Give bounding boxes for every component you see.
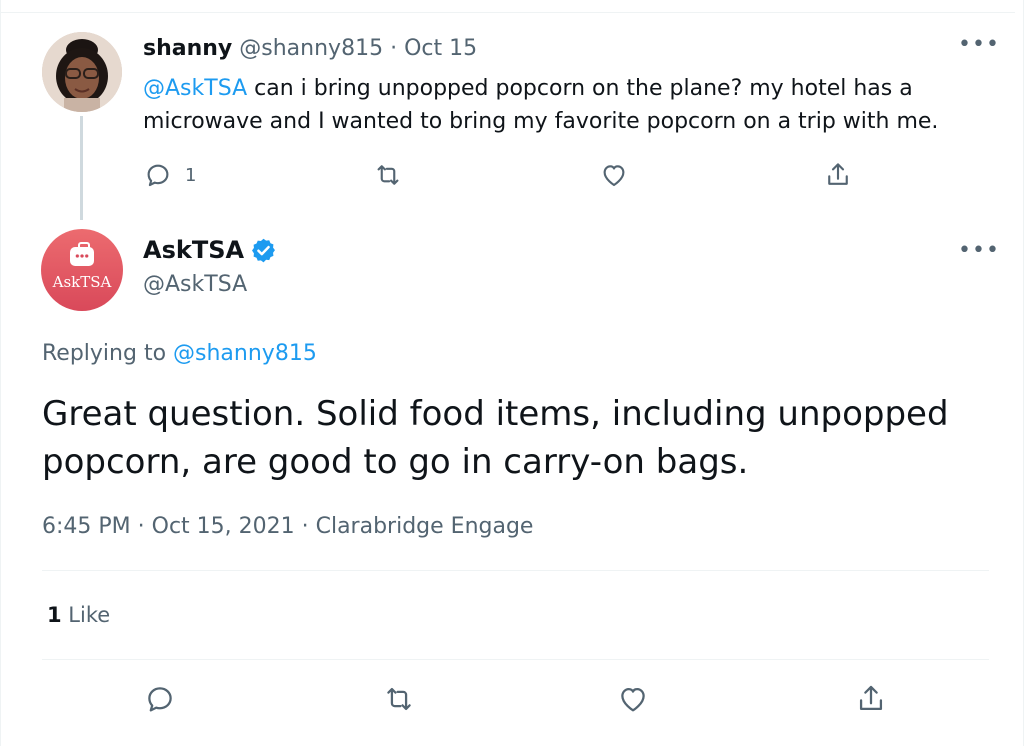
retweet-icon [387,687,411,711]
heart-icon [603,165,625,187]
parent-like-button[interactable] [599,160,629,190]
avatar-asktsa[interactable]: AskTSA [41,229,123,311]
parent-reply-button[interactable]: 1 [143,160,196,190]
parent-retweet-button[interactable] [373,160,403,190]
parent-share-button[interactable] [823,160,853,190]
tweet-thread: shanny @shanny815 · Oct 15 ••• @AskTSA c… [0,0,1024,746]
divider-meta [42,570,989,571]
chat-bubble-icon [70,242,94,266]
parent-header: shanny @shanny815 · Oct 15 [143,36,477,61]
parent-mention-link[interactable]: @AskTSA [143,76,247,101]
parent-tweet-text: @AskTSA can i bring unpopped popcorn on … [143,72,993,138]
avatar-asktsa-text: AskTSA [52,273,112,291]
parent-date[interactable]: Oct 15 [404,36,477,61]
reply-author-name[interactable]: AskTSA [143,236,244,264]
top-divider [1,12,1015,13]
like-count: 1 [47,603,62,627]
parent-more-icon[interactable]: ••• [958,34,999,60]
reply-retweet-button[interactable] [382,682,416,720]
reply-share-button[interactable] [854,682,888,720]
retweet-icon [377,165,399,185]
divider-actions [42,659,989,660]
reply-like-button[interactable] [616,682,650,720]
parent-reply-count: 1 [185,164,197,186]
parent-separator: · [383,36,405,61]
replying-to-prefix: Replying to [42,341,174,366]
share-icon [859,685,883,711]
reply-timestamp[interactable]: 6:45 PM · Oct 15, 2021 · Clarabridge Eng… [42,514,533,539]
parent-text-body: can i bring unpopped popcorn on the plan… [143,76,939,134]
avatar-shanny-image [42,32,122,112]
reply-author-handle[interactable]: @AskTSA [143,272,247,297]
avatar-shanny[interactable] [42,32,122,112]
thread-connector [80,116,83,220]
reply-reply-button[interactable] [143,682,177,720]
reply-tweet-text: Great question. Solid food items, includ… [42,394,949,482]
verified-badge-icon [252,238,276,262]
share-icon [828,163,848,185]
parent-author-name[interactable]: shanny [143,36,232,61]
reply-more-icon[interactable]: ••• [958,240,999,266]
parent-author-handle[interactable]: @shanny815 [239,36,383,61]
replying-to: Replying to @shanny815 [42,341,317,366]
reply-icon [147,164,169,187]
replying-to-handle[interactable]: @shanny815 [173,341,317,366]
likes-summary[interactable]: 1 Like [47,603,110,627]
reply-author-name-row[interactable]: AskTSA [143,236,277,264]
heart-icon [621,687,645,712]
reply-icon [148,687,172,712]
like-label: Like [61,603,111,627]
